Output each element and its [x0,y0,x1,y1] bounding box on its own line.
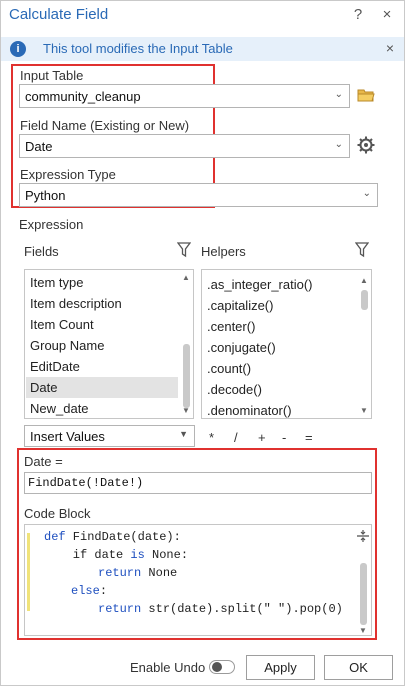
date-expression-label: Date = [24,454,63,469]
scroll-up-arrow[interactable]: ▲ [358,275,370,287]
caret-down-icon: ▼ [179,429,188,439]
folder-icon[interactable] [357,87,375,103]
scroll-down-arrow[interactable]: ▼ [357,625,369,637]
info-close-button[interactable]: × [381,39,399,57]
list-item[interactable]: .center() [207,316,352,337]
list-item-selected[interactable]: Date [26,377,178,398]
filter-icon[interactable] [176,242,192,258]
insert-values-label: Insert Values [30,429,105,444]
chevron-down-icon: ⌄ [334,89,343,100]
list-item[interactable]: Item description [30,293,180,314]
list-item[interactable]: .decode() [207,379,352,400]
expression-value: FindDate(!Date!) [28,476,144,490]
enable-undo-label: Enable Undo [130,660,206,675]
fields-label: Fields [24,244,59,259]
help-button[interactable]: ? [347,4,369,26]
list-item[interactable]: .conjugate() [207,337,352,358]
list-item[interactable]: .as_integer_ratio() [207,274,352,295]
code-block-editor[interactable]: def FindDate(date): if date is None: ret… [24,524,372,636]
helpers-label: Helpers [201,244,246,259]
operator-minus-button[interactable]: - [282,430,286,445]
field-name-label: Field Name (Existing or New) [20,118,190,133]
list-item[interactable]: .capitalize() [207,295,352,316]
helpers-list[interactable]: .as_integer_ratio() .capitalize() .cente… [201,269,372,419]
list-item[interactable]: Group Name [30,335,180,356]
field-name-dropdown[interactable]: Date ⌄ [19,134,350,158]
scrollbar-thumb[interactable] [360,563,367,625]
code-line: else: [71,584,108,598]
expression-input[interactable]: FindDate(!Date!) [24,472,372,494]
insert-values-dropdown[interactable]: Insert Values ▼ [24,425,195,447]
info-message: This tool modifies the Input Table [43,41,233,56]
list-item[interactable]: .denominator() [207,400,352,418]
code-line: def FindDate(date): [44,530,181,544]
expression-type-label: Expression Type [20,167,116,182]
ok-button[interactable]: OK [324,655,393,680]
scrollbar-thumb[interactable] [361,290,368,310]
apply-button[interactable]: Apply [246,655,315,680]
scroll-down-arrow[interactable]: ▼ [180,405,192,417]
expression-type-dropdown[interactable]: Python ⌄ [19,183,378,207]
code-block-label: Code Block [24,506,91,521]
info-icon: i [10,41,26,57]
gear-icon[interactable] [357,136,375,154]
code-line: if date is None: [44,548,189,562]
list-item[interactable]: New_date [30,398,180,418]
filter-icon[interactable] [354,242,370,258]
code-line: return str(date).split(" ").pop(0) [98,602,343,616]
operator-equals-button[interactable]: = [305,430,313,445]
fields-list[interactable]: Item type Item description Item Count Gr… [24,269,194,419]
scrollbar-thumb[interactable] [183,344,190,408]
expression-label: Expression [19,217,84,232]
scroll-up-arrow[interactable]: ▲ [180,272,192,284]
operator-divide-button[interactable]: / [234,430,238,445]
enable-undo-toggle[interactable] [209,660,235,674]
input-table-value: community_cleanup [25,89,141,104]
operator-plus-button[interactable]: + [258,430,266,445]
expression-type-value: Python [25,188,66,203]
operator-multiply-button[interactable]: * [209,430,214,445]
field-name-value: Date [25,139,53,154]
close-button[interactable]: × [376,4,398,26]
window-title: Calculate Field [9,6,109,23]
input-table-label: Input Table [20,68,84,83]
change-indicator [27,533,30,611]
toggle-knob [212,662,222,672]
scroll-down-arrow[interactable]: ▼ [358,405,370,417]
input-table-dropdown[interactable]: community_cleanup ⌄ [19,84,350,108]
title-bar: Calculate Field ? × [0,0,405,30]
chevron-down-icon: ⌄ [362,188,371,199]
list-item[interactable]: Item type [30,272,180,293]
chevron-down-icon: ⌄ [334,139,343,150]
list-item[interactable]: Item Count [30,314,180,335]
code-line: return None [98,566,178,580]
split-view-icon[interactable] [356,529,370,543]
list-item[interactable]: .count() [207,358,352,379]
list-item[interactable]: EditDate [30,356,180,377]
